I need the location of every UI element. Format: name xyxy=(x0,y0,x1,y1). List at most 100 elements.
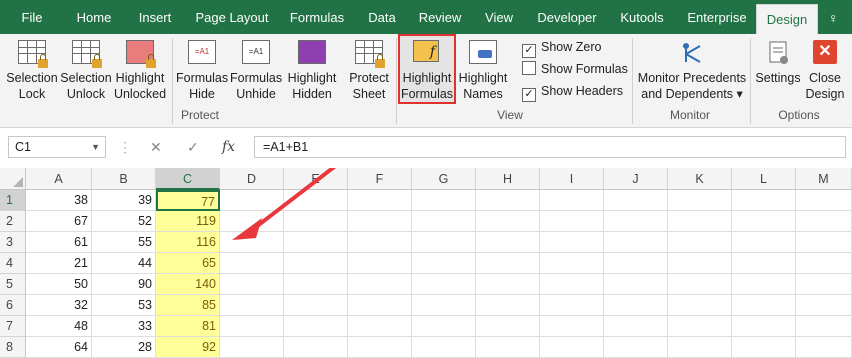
row-header-5[interactable]: 5 xyxy=(0,274,26,295)
cell-l3[interactable] xyxy=(732,232,796,253)
cell-h5[interactable] xyxy=(476,274,540,295)
cell-f3[interactable] xyxy=(348,232,412,253)
cell-i2[interactable] xyxy=(540,211,604,232)
cell-j8[interactable] xyxy=(604,337,668,358)
cell-a4[interactable]: 21 xyxy=(26,253,92,274)
cell-e8[interactable] xyxy=(284,337,348,358)
chevron-down-icon[interactable]: ▼ xyxy=(91,137,100,157)
cell-c6[interactable]: 85 xyxy=(156,295,220,316)
cell-e7[interactable] xyxy=(284,316,348,337)
cell-e1[interactable] xyxy=(284,190,348,211)
column-header-m[interactable]: M xyxy=(796,168,852,190)
cell-e4[interactable] xyxy=(284,253,348,274)
cell-i4[interactable] xyxy=(540,253,604,274)
cell-g1[interactable] xyxy=(412,190,476,211)
selection-unlock-button[interactable]: Selection Unlock xyxy=(60,38,112,106)
tab-home[interactable]: Home xyxy=(70,0,118,34)
insert-function-icon[interactable]: fx xyxy=(222,137,235,157)
cell-g3[interactable] xyxy=(412,232,476,253)
tab-view[interactable]: View xyxy=(478,0,520,34)
cell-d3[interactable] xyxy=(220,232,284,253)
tab-enterprise[interactable]: Enterprise xyxy=(682,0,752,34)
cell-g2[interactable] xyxy=(412,211,476,232)
tab-developer[interactable]: Developer xyxy=(532,0,602,34)
tab-page-layout[interactable]: Page Layout xyxy=(190,0,274,34)
cell-c5[interactable]: 140 xyxy=(156,274,220,295)
highlight-unlocked-button[interactable]: Highlight Unlocked xyxy=(112,38,168,106)
cell-m5[interactable] xyxy=(796,274,852,295)
cell-c8[interactable]: 92 xyxy=(156,337,220,358)
cell-h4[interactable] xyxy=(476,253,540,274)
cell-l2[interactable] xyxy=(732,211,796,232)
cell-j4[interactable] xyxy=(604,253,668,274)
column-header-g[interactable]: G xyxy=(412,168,476,190)
cell-e5[interactable] xyxy=(284,274,348,295)
cell-c2[interactable]: 119 xyxy=(156,211,220,232)
cell-l8[interactable] xyxy=(732,337,796,358)
protect-sheet-button[interactable]: Protect Sheet xyxy=(344,38,394,106)
cell-h6[interactable] xyxy=(476,295,540,316)
tab-review[interactable]: Review xyxy=(414,0,466,34)
selection-lock-button[interactable]: Selection Lock xyxy=(4,38,60,106)
cell-f7[interactable] xyxy=(348,316,412,337)
row-header-8[interactable]: 8 xyxy=(0,337,26,358)
cell-h2[interactable] xyxy=(476,211,540,232)
cell-l5[interactable] xyxy=(732,274,796,295)
cell-g5[interactable] xyxy=(412,274,476,295)
cell-f4[interactable] xyxy=(348,253,412,274)
name-box[interactable]: C1 ▼ xyxy=(8,136,106,158)
cell-m4[interactable] xyxy=(796,253,852,274)
cell-a6[interactable]: 32 xyxy=(26,295,92,316)
show-headers-checkbox[interactable]: ✓ Show Headers xyxy=(522,82,623,102)
cell-c1[interactable]: 77 xyxy=(156,190,220,211)
cell-f1[interactable] xyxy=(348,190,412,211)
tab-file[interactable]: File xyxy=(12,0,52,34)
cell-m7[interactable] xyxy=(796,316,852,337)
column-header-k[interactable]: K xyxy=(668,168,732,190)
cell-d8[interactable] xyxy=(220,337,284,358)
cell-f2[interactable] xyxy=(348,211,412,232)
cell-b2[interactable]: 52 xyxy=(92,211,156,232)
tab-kutools[interactable]: Kutools xyxy=(614,0,670,34)
cell-m2[interactable] xyxy=(796,211,852,232)
cell-a1[interactable]: 38 xyxy=(26,190,92,211)
cell-j1[interactable] xyxy=(604,190,668,211)
enter-icon[interactable]: ✓ xyxy=(187,137,199,157)
cell-h1[interactable] xyxy=(476,190,540,211)
close-design-button[interactable]: ✕ Close Design xyxy=(802,38,848,106)
highlight-names-button[interactable]: Highlight Names xyxy=(456,38,510,106)
cell-k1[interactable] xyxy=(668,190,732,211)
column-header-l[interactable]: L xyxy=(732,168,796,190)
cell-k7[interactable] xyxy=(668,316,732,337)
cell-c7[interactable]: 81 xyxy=(156,316,220,337)
cell-d2[interactable] xyxy=(220,211,284,232)
cell-h8[interactable] xyxy=(476,337,540,358)
cell-j2[interactable] xyxy=(604,211,668,232)
cell-m1[interactable] xyxy=(796,190,852,211)
column-header-c[interactable]: C xyxy=(156,168,220,190)
cell-c3[interactable]: 116 xyxy=(156,232,220,253)
cell-b1[interactable]: 39 xyxy=(92,190,156,211)
cell-f6[interactable] xyxy=(348,295,412,316)
cell-a7[interactable]: 48 xyxy=(26,316,92,337)
cell-f5[interactable] xyxy=(348,274,412,295)
settings-button[interactable]: Settings xyxy=(754,38,802,106)
cell-a5[interactable]: 50 xyxy=(26,274,92,295)
cell-b5[interactable]: 90 xyxy=(92,274,156,295)
formulas-hide-button[interactable]: =A1 Formulas Hide xyxy=(176,38,228,106)
cell-g4[interactable] xyxy=(412,253,476,274)
cell-e2[interactable] xyxy=(284,211,348,232)
cell-k5[interactable] xyxy=(668,274,732,295)
tab-design[interactable]: Design xyxy=(756,4,818,35)
row-header-3[interactable]: 3 xyxy=(0,232,26,253)
cell-h3[interactable] xyxy=(476,232,540,253)
cell-d5[interactable] xyxy=(220,274,284,295)
row-header-1[interactable]: 1 xyxy=(0,190,26,211)
monitor-precedents-button[interactable]: Monitor Precedents and Dependents ▾ xyxy=(636,38,748,106)
cell-b8[interactable]: 28 xyxy=(92,337,156,358)
cell-l6[interactable] xyxy=(732,295,796,316)
cell-m6[interactable] xyxy=(796,295,852,316)
cell-e3[interactable] xyxy=(284,232,348,253)
column-header-j[interactable]: J xyxy=(604,168,668,190)
row-header-7[interactable]: 7 xyxy=(0,316,26,337)
